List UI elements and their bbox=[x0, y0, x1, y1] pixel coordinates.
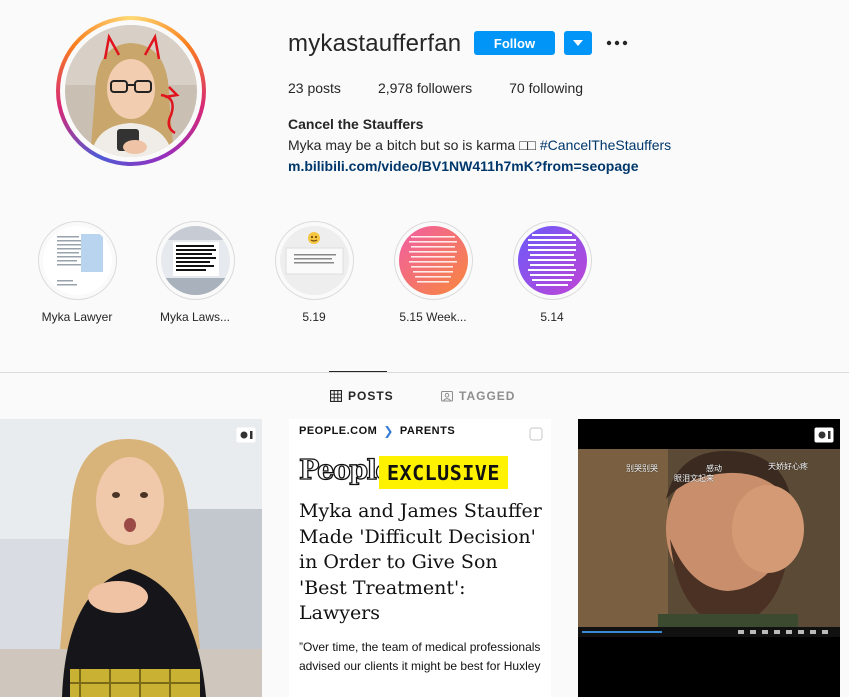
bio-full-name: Cancel the Stauffers bbox=[288, 116, 424, 132]
tab-posts[interactable]: POSTS bbox=[330, 389, 394, 403]
story-highlight[interactable]: 5.14 bbox=[497, 221, 607, 324]
posts-count: 23 posts bbox=[288, 80, 341, 96]
avatar-border bbox=[60, 20, 202, 162]
highlight-label: 5.15 Week... bbox=[399, 310, 467, 324]
chevron-right-icon: ❯ bbox=[383, 424, 394, 438]
highlight-ring bbox=[512, 221, 592, 300]
tab-posts-label: POSTS bbox=[348, 389, 394, 403]
highlight-label: 5.14 bbox=[540, 310, 564, 324]
highlight-label: Myka Lawyer bbox=[41, 310, 113, 324]
highlight-cover bbox=[398, 226, 468, 295]
post-thumbnail[interactable] bbox=[0, 419, 262, 697]
follow-button[interactable]: Follow bbox=[474, 31, 555, 55]
video-icon bbox=[814, 427, 834, 443]
highlight-cover-image bbox=[517, 226, 587, 295]
danmaku-comment: 天娇好心疼 bbox=[768, 462, 808, 471]
following-count-label: following bbox=[528, 80, 584, 96]
highlight-label: 5.19 bbox=[302, 310, 326, 324]
story-highlight[interactable]: Myka Lawyer bbox=[22, 221, 132, 324]
three-dots-icon bbox=[606, 40, 628, 46]
multiple-posts-icon bbox=[529, 427, 543, 441]
profile-avatar-ring[interactable] bbox=[56, 16, 206, 166]
article-headline: Myka and James Stauffer Made 'Difficult … bbox=[299, 500, 542, 624]
breadcrumb-site: PEOPLE.COM bbox=[299, 425, 378, 437]
post-thumbnail[interactable]: 别哭别哭 感动 天娇好心疼 眼泪文起来 bbox=[578, 419, 840, 697]
bio-hashtag-link[interactable]: #CancelTheStauffers bbox=[540, 137, 671, 153]
story-highlight[interactable]: 5.15 Week... bbox=[378, 221, 488, 324]
article-breadcrumb: PEOPLE.COM ❯ PARENTS bbox=[299, 424, 455, 438]
highlight-cover bbox=[42, 226, 112, 295]
followers-count-value: 2,978 bbox=[377, 80, 413, 96]
following-count[interactable]: 70 following bbox=[509, 80, 583, 96]
article-quote: ”Over time, the team of medical professi… bbox=[299, 640, 541, 673]
bio-description: Myka may be a bitch but so is karma □□ bbox=[288, 137, 540, 153]
highlight-ring bbox=[155, 221, 235, 300]
followers-count-label: followers bbox=[416, 80, 473, 96]
avatar-image bbox=[65, 25, 197, 157]
caret-down-icon bbox=[573, 40, 583, 46]
highlight-ring bbox=[274, 221, 354, 300]
highlight-cover bbox=[279, 226, 349, 295]
highlight-cover-image bbox=[398, 226, 468, 295]
profile-stats: 23 posts 2,978 followers 70 following bbox=[288, 80, 620, 96]
posts-count-label: posts bbox=[307, 80, 341, 96]
avatar bbox=[65, 25, 197, 157]
exclusive-badge: EXCLUSIVE bbox=[379, 456, 508, 489]
highlight-cover bbox=[517, 226, 587, 295]
highlight-cover-image bbox=[42, 226, 112, 295]
tabs-divider bbox=[0, 372, 849, 373]
followers-count[interactable]: 2,978 followers bbox=[378, 80, 472, 96]
highlight-cover-image bbox=[160, 226, 230, 295]
people-logo: People bbox=[298, 454, 393, 486]
bio-website-link[interactable]: m.bilibili.com/video/BV1NW411h7mK?from=s… bbox=[288, 158, 638, 174]
highlight-ring bbox=[37, 221, 117, 300]
bio-text: Myka may be a bitch but so is karma □□ #… bbox=[288, 137, 671, 153]
tag-icon bbox=[441, 390, 453, 402]
highlight-cover-image bbox=[279, 226, 349, 295]
story-highlight[interactable]: 5.19 bbox=[259, 221, 369, 324]
highlight-cover bbox=[160, 226, 230, 295]
following-count-value: 70 bbox=[509, 80, 525, 96]
breadcrumb-section: PARENTS bbox=[399, 425, 456, 437]
story-highlight[interactable]: Myka Laws... bbox=[140, 221, 250, 324]
highlight-label: Myka Laws... bbox=[159, 310, 231, 324]
post-image bbox=[0, 419, 262, 697]
suggested-accounts-dropdown-button[interactable] bbox=[564, 31, 592, 55]
posts-count-value: 23 bbox=[288, 80, 304, 96]
post-thumbnail[interactable]: PEOPLE.COM ❯ PARENTS People EXCLUSIVE My… bbox=[289, 419, 551, 697]
highlight-ring bbox=[393, 221, 473, 300]
grid-icon bbox=[330, 390, 342, 402]
more-options-button[interactable] bbox=[605, 32, 629, 54]
active-tab-indicator bbox=[329, 371, 387, 372]
tab-tagged-label: TAGGED bbox=[459, 389, 516, 403]
danmaku-comment: 眼泪文起来 bbox=[674, 474, 714, 483]
video-icon bbox=[236, 427, 256, 443]
profile-username: mykastaufferfan bbox=[288, 30, 462, 57]
danmaku-comment: 别哭别哭 bbox=[626, 464, 658, 473]
tab-tagged[interactable]: TAGGED bbox=[441, 389, 515, 403]
